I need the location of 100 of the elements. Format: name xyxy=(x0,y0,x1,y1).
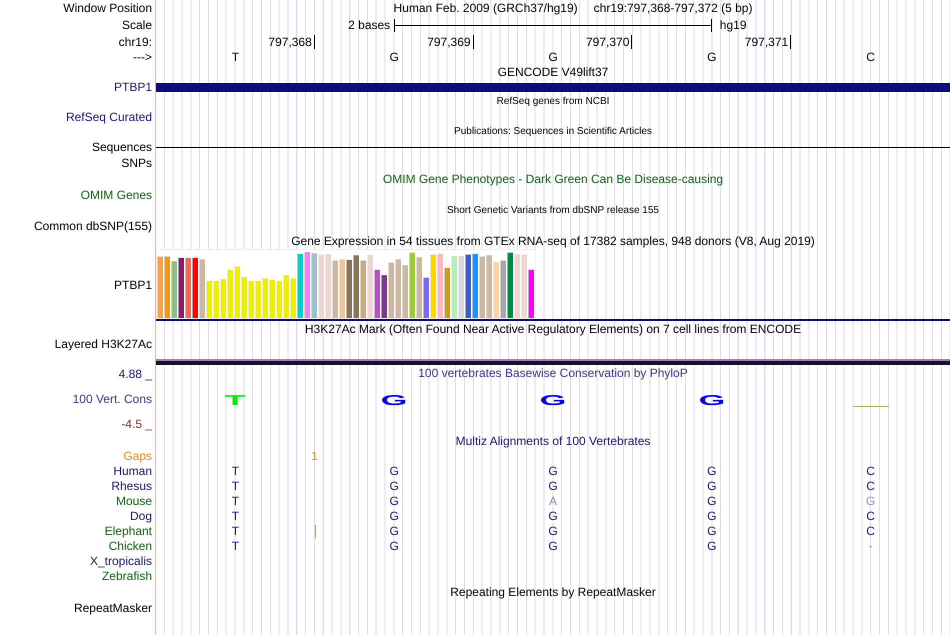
track-title: Gene Expression in 54 tissues from GTEx RNA-seq of 17382 samples, 948 donors (V8, Aug 2019) xyxy=(291,234,815,248)
base-letter: G xyxy=(548,509,558,524)
track-label[interactable]: Human xyxy=(113,464,152,479)
expression-bar xyxy=(466,254,471,318)
expression-bar xyxy=(494,262,499,318)
track-label[interactable]: Rhesus xyxy=(111,479,152,494)
base-letter: G xyxy=(548,524,558,539)
track-label[interactable]: X_tropicalis xyxy=(90,554,152,569)
expression-bar xyxy=(318,254,324,318)
expression-bar xyxy=(424,278,429,318)
expression-bar xyxy=(508,252,513,318)
base-letter: C xyxy=(866,464,875,479)
track-title: 100 vertebrates Basewise Conservation by PhyloP xyxy=(418,366,688,380)
base-letter: G xyxy=(707,524,716,539)
expression-bar xyxy=(256,281,261,318)
track-label[interactable]: PTBP1 xyxy=(114,80,152,94)
expression-bar xyxy=(248,281,254,318)
base-letter: G xyxy=(390,464,399,479)
track-label[interactable]: Mouse xyxy=(116,494,152,509)
expression-bar xyxy=(186,258,191,318)
track-label[interactable]: Sequences xyxy=(92,140,152,155)
base-letter: G xyxy=(707,509,716,524)
assembly-name: hg19 xyxy=(718,18,748,33)
base-letter: A xyxy=(548,494,557,509)
track-label[interactable]: Window Position xyxy=(63,1,152,16)
expression-bar xyxy=(200,259,205,318)
expression-bar xyxy=(472,254,478,318)
track-label[interactable]: Scale xyxy=(122,18,152,33)
base-letter: G xyxy=(548,479,558,494)
base-letter: G xyxy=(390,524,399,539)
base-letter: T xyxy=(232,494,240,509)
expression-bar xyxy=(444,268,450,318)
expression-bar xyxy=(374,270,380,318)
axis-max-label: 4.88 _ xyxy=(118,367,152,382)
ruler-tick: 797,371 xyxy=(744,34,792,50)
position-text: chr19:797,368-797,372 (5 bp) xyxy=(594,1,752,16)
expression-bar xyxy=(430,254,436,318)
expression-bar xyxy=(164,256,170,318)
track-title: H3K27Ac Mark (Often Found Near Active Regulatory Elements) on 7 cell lines from ENCODE xyxy=(304,322,802,336)
base-letter: T xyxy=(232,479,240,494)
expression-bar xyxy=(270,280,275,318)
expression-bar xyxy=(486,255,492,318)
base-letter: T xyxy=(232,50,240,64)
track-label[interactable]: OMIM Genes xyxy=(80,188,152,202)
expression-bar xyxy=(388,262,394,318)
axis-min-label: -4.5 _ xyxy=(121,416,152,431)
gap-count: 1 xyxy=(311,449,318,464)
base-letter: G xyxy=(548,539,558,554)
expression-bar xyxy=(480,256,485,318)
expression-bar xyxy=(360,260,366,318)
track-label[interactable]: Chicken xyxy=(108,539,152,554)
track-title: Repeating Elements by RepeatMasker xyxy=(450,584,656,600)
base-letter: C xyxy=(866,479,875,494)
base-letter: T xyxy=(232,539,240,554)
ruler-tick: 797,370 xyxy=(586,34,632,50)
track-title: Short Genetic Variants from dbSNP release 155 xyxy=(447,205,659,217)
base-letter: G xyxy=(707,539,716,554)
track-label[interactable]: 100 Vert. Cons xyxy=(72,392,152,406)
base-letter: G xyxy=(390,494,399,509)
expression-bar xyxy=(284,275,289,318)
track-label[interactable]: RepeatMasker xyxy=(74,600,152,616)
track-title: RefSeq genes from NCBI xyxy=(496,96,610,108)
logo-letter: T xyxy=(224,396,247,406)
track-label[interactable]: Layered H3K27Ac xyxy=(54,337,152,352)
track-title: OMIM Gene Phenotypes - Dark Green Can Be Disease-causing xyxy=(382,172,724,186)
expression-bar xyxy=(340,259,345,318)
expression-bar xyxy=(368,254,373,318)
expression-bar xyxy=(304,252,310,318)
track-label[interactable]: chr19: xyxy=(118,34,152,50)
logo-letter: G xyxy=(380,396,409,406)
track-label[interactable]: ---> xyxy=(133,50,152,64)
expression-bar xyxy=(326,254,331,318)
track-label[interactable]: Zebrafish xyxy=(102,569,152,584)
logo-letter: G xyxy=(538,396,568,406)
expression-bar xyxy=(528,270,534,318)
base-letter: C xyxy=(866,50,875,64)
track-label[interactable]: Elephant xyxy=(104,524,152,539)
expression-bar xyxy=(438,254,443,318)
track-label[interactable]: SNPs xyxy=(121,156,152,170)
expression-bar xyxy=(416,257,422,318)
base-letter: T xyxy=(232,509,240,524)
expression-bar xyxy=(514,254,520,318)
track-label[interactable]: PTBP1 xyxy=(114,278,152,292)
expression-bar xyxy=(262,278,268,318)
expression-bar xyxy=(458,256,464,318)
track-label[interactable]: Common dbSNP(155) xyxy=(34,218,152,234)
base-letter: G xyxy=(548,464,558,479)
track-title: GENCODE V49lift37 xyxy=(498,64,608,80)
expression-bar xyxy=(172,261,177,318)
expression-bar xyxy=(332,260,338,318)
track-label[interactable]: RefSeq Curated xyxy=(66,110,152,124)
logo-letter: G xyxy=(697,396,726,406)
base-letter: G xyxy=(707,50,716,64)
scale-text: 2 bases xyxy=(347,18,392,33)
expression-bar xyxy=(396,259,401,318)
expression-bar xyxy=(402,265,408,318)
base-letter: - xyxy=(868,539,873,554)
track-label[interactable]: Dog xyxy=(130,509,152,524)
base-letter: G xyxy=(707,494,716,509)
expression-bar xyxy=(192,258,198,318)
